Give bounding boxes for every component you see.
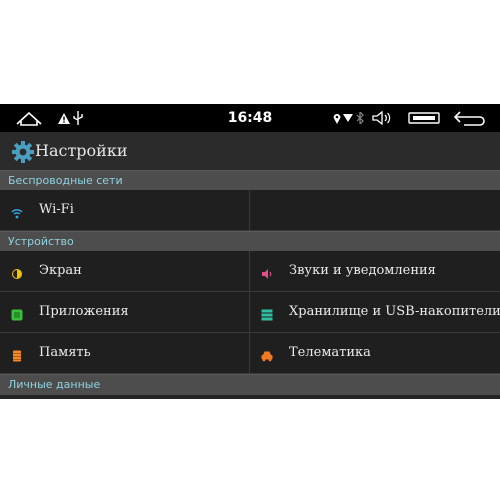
settings-item-label: Звуки и уведомления [289, 263, 436, 278]
section-header-personal: Личные данные [0, 374, 500, 395]
settings-item-label: Wi-Fi [39, 202, 74, 217]
settings-item-label: Телематика [289, 345, 371, 360]
settings-item-sound[interactable]: Звуки и уведомления [250, 251, 500, 291]
settings-item-telematics[interactable]: Телематика [250, 333, 500, 373]
settings-item-display[interactable]: Экран [0, 251, 250, 291]
location-icon [332, 104, 342, 132]
android-settings-screen: 16:48 Настройки Беспроводные сети Wi-Fi … [0, 104, 500, 399]
bluetooth-icon [355, 104, 365, 132]
settings-item-label: Экран [39, 263, 82, 278]
section-label: Беспроводные сети [8, 174, 123, 187]
settings-item-memory[interactable]: Память [0, 333, 250, 373]
settings-item-label: Приложения [39, 304, 129, 319]
settings-row: Память Телематика [0, 333, 500, 374]
volume-icon[interactable] [371, 104, 393, 132]
back-icon[interactable] [453, 104, 487, 132]
settings-item-storage[interactable]: Хранилище и USB-накопители [250, 292, 500, 332]
settings-item-label: Хранилище и USB-накопители [289, 304, 500, 319]
section-header-wireless: Беспроводные сети [0, 170, 500, 191]
settings-item-apps[interactable]: Приложения [0, 292, 250, 332]
wifi-icon [11, 204, 23, 219]
section-header-device: Устройство [0, 231, 500, 252]
brightness-icon [11, 265, 23, 279]
settings-row: Экран Звуки и уведомления [0, 251, 500, 292]
app-header: Настройки [0, 132, 500, 170]
status-bar: 16:48 [0, 104, 500, 132]
settings-item-label: Память [39, 345, 91, 360]
warning-icon [57, 104, 71, 132]
settings-row: Wi-Fi [0, 190, 500, 231]
usb-icon [72, 104, 84, 132]
recent-apps-icon[interactable] [407, 104, 441, 132]
empty-cell [250, 190, 500, 230]
section-label: Личные данные [8, 378, 101, 391]
page-title: Настройки [35, 141, 128, 160]
gear-icon [12, 141, 34, 163]
settings-row: Приложения Хранилище и USB-накопители [0, 292, 500, 333]
apps-icon [11, 306, 23, 321]
settings-item-wifi[interactable]: Wi-Fi [0, 190, 250, 230]
status-clock: 16:48 [227, 110, 273, 126]
memory-icon [11, 347, 23, 362]
home-icon[interactable] [14, 104, 44, 132]
car-icon [261, 347, 273, 362]
wifi-signal-icon [343, 104, 353, 132]
section-label: Устройство [8, 235, 74, 248]
speaker-icon [261, 265, 273, 279]
storage-icon [261, 306, 273, 321]
